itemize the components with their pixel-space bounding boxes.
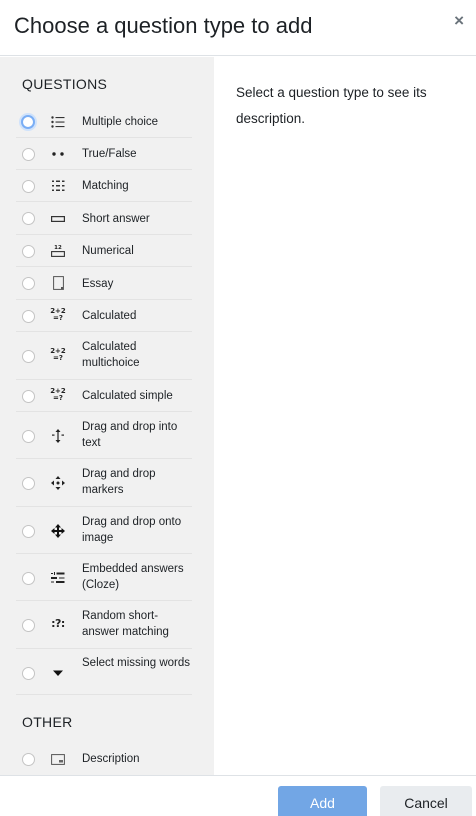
option-label: True/False — [82, 148, 137, 160]
questions-heading: QUESTIONS — [22, 76, 108, 92]
option-label: Essay — [82, 278, 114, 290]
radio-short-answer[interactable] — [22, 212, 35, 225]
option-select-missing-words[interactable]: Select missing words — [16, 649, 192, 695]
radio-select-missing-words[interactable] — [22, 667, 35, 680]
drag-drop-markers-icon — [50, 475, 66, 491]
numerical-icon: 12 — [50, 243, 66, 259]
radio-drag-drop-image[interactable] — [22, 525, 35, 538]
option-random-matching[interactable]: :?: Random short-answer matching — [16, 601, 192, 649]
option-drag-drop-text[interactable]: Drag and drop into text — [16, 412, 192, 459]
option-description[interactable]: Description — [16, 743, 192, 775]
option-label: Calculated — [82, 310, 137, 322]
shortanswer-icon — [50, 211, 66, 227]
dialog-header: Choose a question type to add × — [0, 0, 476, 56]
option-label: Embedded answers (Cloze) — [82, 563, 184, 591]
matching-icon — [50, 178, 66, 194]
drag-drop-image-icon — [50, 523, 66, 539]
description-icon — [50, 751, 66, 767]
option-label: Drag and drop onto image — [82, 516, 182, 544]
add-button[interactable]: Add — [278, 786, 367, 816]
radio-description[interactable] — [22, 753, 35, 766]
option-true-false[interactable]: True/False — [16, 138, 192, 170]
option-essay[interactable]: Essay — [16, 267, 192, 300]
dialog-footer: Add Cancel — [0, 775, 476, 816]
option-calculated-multichoice[interactable]: 2+2 =? Calculated multichoice — [16, 332, 192, 380]
drag-drop-text-icon — [50, 428, 66, 444]
option-label: Drag and drop into text — [82, 421, 178, 449]
option-short-answer[interactable]: Short answer — [16, 202, 192, 235]
option-label: Multiple choice — [82, 116, 159, 128]
option-label: Description — [82, 753, 140, 765]
random-matching-icon: :?: — [51, 617, 65, 630]
truefalse-icon — [50, 146, 66, 162]
calculated-multichoice-icon: 2+2 =? — [50, 347, 66, 362]
radio-matching[interactable] — [22, 180, 35, 193]
calculated-simple-icon: 2+2 =? — [50, 387, 66, 402]
description-placeholder: Select a question type to see its descri… — [236, 85, 427, 126]
option-label: Select missing words — [82, 657, 191, 669]
radio-calculated[interactable] — [22, 310, 35, 323]
radio-random-matching[interactable] — [22, 619, 35, 632]
cloze-icon — [50, 570, 66, 586]
radio-multiple-choice[interactable] — [21, 115, 35, 129]
option-drag-drop-image[interactable]: Drag and drop onto image — [16, 507, 192, 554]
other-heading: OTHER — [22, 714, 73, 730]
question-type-list: QUESTIONS Multiple choice True/False Mat… — [0, 57, 214, 775]
option-label: Calculated multichoice — [82, 341, 140, 369]
radio-numerical[interactable] — [22, 245, 35, 258]
multichoice-icon — [50, 114, 66, 130]
radio-true-false[interactable] — [22, 148, 35, 161]
essay-icon — [50, 275, 66, 291]
option-label: Calculated simple — [82, 390, 173, 402]
radio-calculated-multichoice[interactable] — [22, 350, 35, 363]
option-label: Matching — [82, 180, 129, 192]
option-calculated[interactable]: 2+2 =? Calculated — [16, 300, 192, 332]
radio-calculated-simple[interactable] — [22, 390, 35, 403]
radio-cloze[interactable] — [22, 572, 35, 585]
close-icon[interactable]: × — [454, 12, 464, 29]
radio-essay[interactable] — [22, 277, 35, 290]
dialog-title: Choose a question type to add — [14, 13, 313, 38]
option-matching[interactable]: Matching — [16, 170, 192, 202]
option-label: Short answer — [82, 213, 150, 225]
option-label: Random short-answer matching — [82, 610, 169, 638]
option-cloze[interactable]: Embedded answers (Cloze) — [16, 554, 192, 601]
cancel-button[interactable]: Cancel — [380, 786, 472, 816]
option-label: Drag and drop markers — [82, 468, 156, 496]
option-calculated-simple[interactable]: 2+2 =? Calculated simple — [16, 380, 192, 412]
option-drag-drop-markers[interactable]: Drag and drop markers — [16, 459, 192, 507]
option-numerical[interactable]: 12 Numerical — [16, 235, 192, 267]
radio-drag-drop-markers[interactable] — [22, 477, 35, 490]
option-label: Numerical — [82, 245, 134, 257]
select-missing-words-icon — [50, 665, 66, 681]
radio-drag-drop-text[interactable] — [22, 430, 35, 443]
option-multiple-choice[interactable]: Multiple choice — [16, 106, 192, 138]
calculated-icon: 2+2 =? — [50, 307, 66, 322]
